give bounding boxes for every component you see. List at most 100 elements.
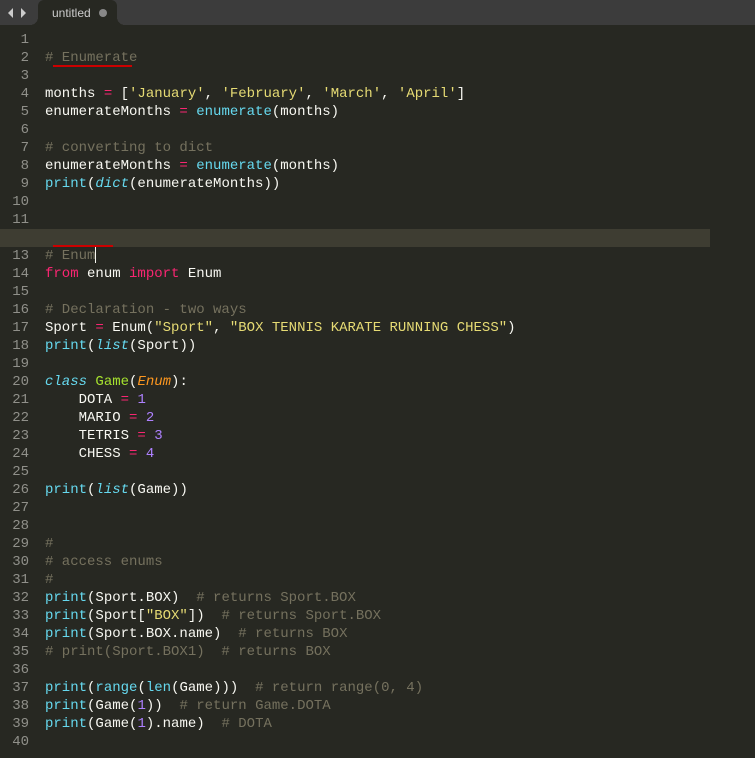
token: print: [45, 590, 87, 606]
line-number[interactable]: 5: [10, 103, 29, 121]
code-line[interactable]: months = ['January', 'February', 'March'…: [45, 85, 755, 103]
code-line[interactable]: # access enums: [45, 553, 755, 571]
code-line[interactable]: [45, 31, 755, 49]
code-line[interactable]: enumerateMonths = enumerate(months): [45, 157, 755, 175]
code-line[interactable]: print(list(Game)): [45, 481, 755, 499]
line-number[interactable]: 25: [10, 463, 29, 481]
line-number[interactable]: 9: [10, 175, 29, 193]
token: Game: [95, 374, 129, 390]
line-number[interactable]: 34: [10, 625, 29, 643]
line-number[interactable]: 23: [10, 427, 29, 445]
line-number[interactable]: 16: [10, 301, 29, 319]
line-number[interactable]: 3: [10, 67, 29, 85]
line-number[interactable]: 4: [10, 85, 29, 103]
token: (Game)): [129, 482, 188, 498]
line-number[interactable]: 14: [10, 265, 29, 283]
code-line[interactable]: [45, 211, 755, 229]
code-line[interactable]: DOTA = 1: [45, 391, 755, 409]
code-line[interactable]: # Declaration - two ways: [45, 301, 755, 319]
line-number[interactable]: 28: [10, 517, 29, 535]
code-line[interactable]: print(Sport["BOX"]) # returns Sport.BOX: [45, 607, 755, 625]
code-line[interactable]: [45, 193, 755, 211]
line-number[interactable]: 17: [10, 319, 29, 337]
line-number[interactable]: 8: [10, 157, 29, 175]
token: (months): [272, 104, 339, 120]
line-number[interactable]: 26: [10, 481, 29, 499]
token: "BOX TENNIS KARATE RUNNING CHESS": [230, 320, 507, 336]
line-number[interactable]: 7: [10, 139, 29, 157]
code-line[interactable]: print(dict(enumerateMonths)): [45, 175, 755, 193]
line-number[interactable]: 19: [10, 355, 29, 373]
line-number[interactable]: 2: [10, 49, 29, 67]
token: [: [112, 86, 129, 102]
line-number[interactable]: 1: [10, 31, 29, 49]
code-line[interactable]: # Enum: [45, 229, 755, 247]
code-line[interactable]: from enum import Enum: [45, 265, 755, 283]
line-number[interactable]: 22: [10, 409, 29, 427]
code-line[interactable]: #: [45, 571, 755, 589]
line-number[interactable]: 18: [10, 337, 29, 355]
code-line[interactable]: # converting to dict: [45, 139, 755, 157]
token: ).name): [146, 716, 222, 732]
line-number[interactable]: 40: [10, 733, 29, 751]
code-line[interactable]: # print(Sport.BOX1) # returns BOX: [45, 643, 755, 661]
code-line[interactable]: [45, 499, 755, 517]
code-line[interactable]: enumerateMonths = enumerate(months): [45, 103, 755, 121]
line-number[interactable]: 36: [10, 661, 29, 679]
line-number[interactable]: 35: [10, 643, 29, 661]
line-number[interactable]: 20: [10, 373, 29, 391]
token: (Sport)): [129, 338, 196, 354]
line-number[interactable]: 31: [10, 571, 29, 589]
code-line[interactable]: MARIO = 2: [45, 409, 755, 427]
code-line[interactable]: print(range(len(Game))) # return range(0…: [45, 679, 755, 697]
line-number[interactable]: 21: [10, 391, 29, 409]
code-line[interactable]: [45, 517, 755, 535]
token: =: [179, 158, 187, 174]
line-number[interactable]: 13: [10, 247, 29, 265]
nav-back-icon[interactable]: [6, 7, 16, 19]
line-number[interactable]: 11: [10, 211, 29, 229]
token: print: [45, 338, 87, 354]
line-number[interactable]: 24: [10, 445, 29, 463]
code-line[interactable]: [45, 733, 755, 751]
code-line[interactable]: TETRIS = 3: [45, 427, 755, 445]
token: [188, 104, 196, 120]
line-number[interactable]: 37: [10, 679, 29, 697]
code-line[interactable]: [45, 247, 755, 265]
code-line[interactable]: Sport = Enum("Sport", "BOX TENNIS KARATE…: [45, 319, 755, 337]
token: 1: [137, 716, 145, 732]
line-number[interactable]: 30: [10, 553, 29, 571]
code-line[interactable]: print(Game(1).name) # DOTA: [45, 715, 755, 733]
line-number[interactable]: 10: [10, 193, 29, 211]
nav-forward-icon[interactable]: [18, 7, 28, 19]
code-line[interactable]: CHESS = 4: [45, 445, 755, 463]
code-line[interactable]: print(list(Sport)): [45, 337, 755, 355]
token: (Game(: [87, 716, 137, 732]
code-line[interactable]: [45, 121, 755, 139]
token: =: [104, 86, 112, 102]
code-line[interactable]: #: [45, 535, 755, 553]
line-number[interactable]: 38: [10, 697, 29, 715]
code-line[interactable]: [45, 355, 755, 373]
line-number[interactable]: 33: [10, 607, 29, 625]
tab-untitled[interactable]: untitled: [38, 0, 117, 25]
code-line[interactable]: [45, 67, 755, 85]
code-line[interactable]: print(Sport.BOX) # returns Sport.BOX: [45, 589, 755, 607]
code-line[interactable]: [45, 283, 755, 301]
token: enumerateMonths: [45, 104, 179, 120]
token: print: [45, 716, 87, 732]
line-number[interactable]: 27: [10, 499, 29, 517]
line-number[interactable]: 6: [10, 121, 29, 139]
code-line[interactable]: [45, 661, 755, 679]
code-line[interactable]: print(Game(1)) # return Game.DOTA: [45, 697, 755, 715]
code-area[interactable]: # Enumerate months = ['January', 'Februar…: [37, 25, 755, 758]
gutter[interactable]: 1234567891011121314151617181920212223242…: [0, 25, 37, 758]
line-number[interactable]: 32: [10, 589, 29, 607]
code-line[interactable]: [45, 463, 755, 481]
code-line[interactable]: print(Sport.BOX.name) # returns BOX: [45, 625, 755, 643]
code-line[interactable]: # Enumerate: [45, 49, 755, 67]
line-number[interactable]: 39: [10, 715, 29, 733]
line-number[interactable]: 29: [10, 535, 29, 553]
line-number[interactable]: 15: [10, 283, 29, 301]
code-line[interactable]: class Game(Enum):: [45, 373, 755, 391]
